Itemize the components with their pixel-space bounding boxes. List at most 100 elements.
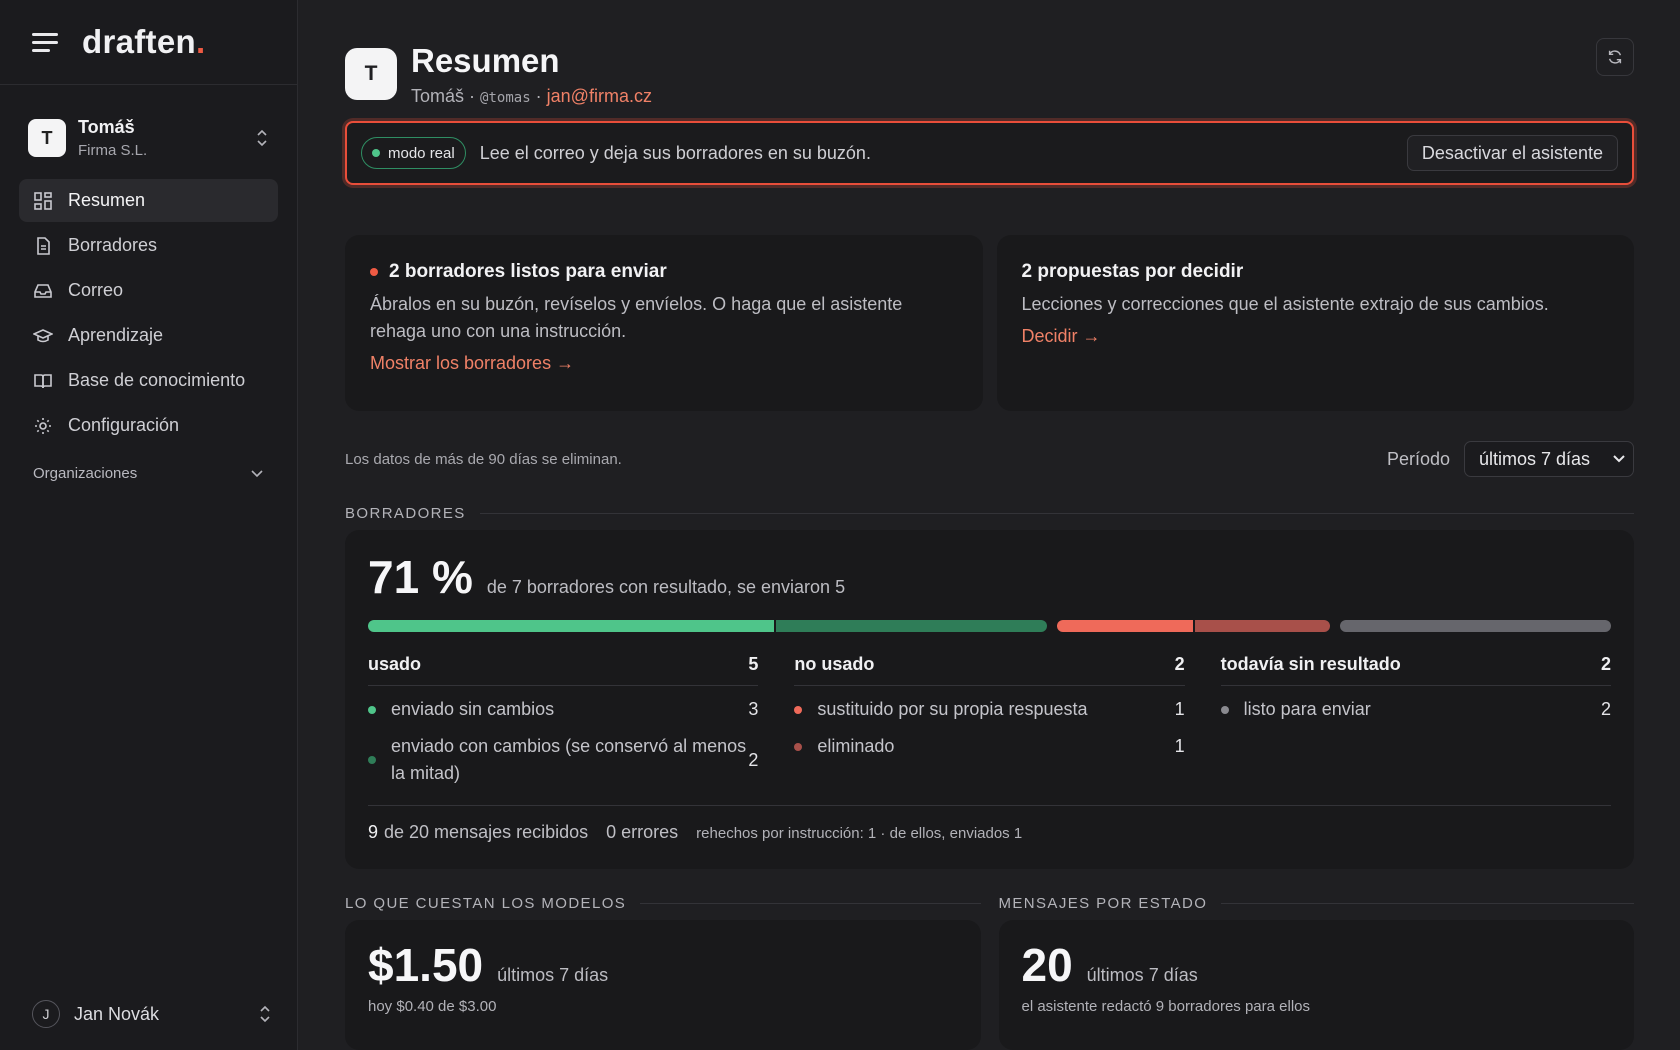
bar-segment [368, 620, 775, 632]
breakdown-column: no usado 2 sustituido por su propia respue… [794, 654, 1185, 787]
sent-percentage-desc: de 7 borradores con resultado, se enviar… [486, 577, 846, 597]
document-icon [33, 236, 53, 256]
org-name: Tomáš [78, 117, 135, 137]
nav-item-aprendizaje[interactable]: Aprendizaje [19, 314, 278, 357]
account-name: Tomáš [411, 86, 465, 106]
organizations-toggle[interactable]: Organizaciones [0, 465, 297, 482]
cost-value: $1.50 [368, 939, 484, 991]
nav-item-borradores[interactable]: Borradores [19, 224, 278, 267]
banner-text: Lee el correo y deja sus borradores en s… [479, 142, 871, 163]
book-icon [33, 371, 53, 391]
account-email[interactable]: jan@firma.cz [547, 86, 652, 106]
breakdown-row: sustituido por su propia respuesta 1 [794, 696, 1185, 723]
card-title: 2 borradores listos para enviar [389, 261, 667, 282]
section-title: MENSAJES POR ESTADO [998, 895, 1208, 912]
group-title: no usado [794, 654, 875, 674]
drafts-breakdown: usado 5 enviado sin cambios 3 enviado con ca… [368, 654, 1611, 787]
card-body: Ábralos en su buzón, revíselos y envíelo… [370, 294, 903, 341]
nav-item-configuracion[interactable]: Configuración [19, 404, 278, 447]
nav-item-base-conocimiento[interactable]: Base de conocimiento [19, 359, 278, 402]
user-menu[interactable]: J Jan Novák [32, 1000, 272, 1028]
drafts-progress-bar [368, 620, 1611, 632]
inbox-icon [33, 281, 53, 301]
row-label: eliminado [817, 736, 895, 756]
row-label: sustituido por su propia respuesta [817, 699, 1088, 719]
gear-icon [33, 416, 53, 436]
status-dot [1220, 705, 1229, 714]
row-count: 2 [748, 749, 759, 770]
mode-label: modo real [388, 144, 455, 162]
breakdown-header: no usado 2 [794, 654, 1185, 686]
period-select[interactable]: últimos 7 días [1464, 441, 1634, 477]
status-dot [372, 149, 380, 157]
chevron-down-icon [251, 469, 263, 477]
nav-item-resumen[interactable]: Resumen [19, 179, 278, 222]
breakdown-column: todavía sin resultado 2 listo para enviar 2 [1220, 654, 1611, 787]
decide-link[interactable]: Decidir → [1022, 326, 1610, 347]
group-count: 2 [1174, 654, 1185, 674]
separator: · [535, 86, 542, 106]
card-body: Lecciones y correcciones que el asistent… [1021, 294, 1549, 314]
assistant-status-banner: modo real Lee el correo y deja sus borra… [345, 121, 1634, 185]
brand-header: draften. [0, 0, 297, 85]
drafts-footer: 9 de 20 mensajes recibidos 0 errores reh… [368, 805, 1611, 843]
main-nav: Resumen Borradores Correo Aprendizaje Ba… [0, 179, 297, 447]
alert-dot [370, 268, 378, 276]
dashboard-icon [33, 191, 53, 211]
nav-label: Borradores [68, 235, 158, 255]
card-title: 2 propuestas por decidir [1021, 261, 1244, 282]
deactivate-assistant-button[interactable]: Desactivar el asistente [1406, 135, 1618, 171]
graduation-cap-icon [33, 326, 53, 346]
breakdown-row: listo para enviar 2 [1220, 696, 1611, 723]
account-subtitle: Tomáš · @tomas · jan@firma.cz [411, 86, 1596, 107]
refresh-button[interactable] [1596, 38, 1634, 76]
period-label: Período [1386, 448, 1450, 469]
breakdown-column: usado 5 enviado sin cambios 3 enviado con ca… [368, 654, 759, 787]
status-dot [368, 705, 376, 714]
main-content: T Resumen Tomáš · @tomas · jan@firma.cz … [345, 0, 1634, 1050]
org-avatar: T [28, 119, 66, 157]
proposals-card: 2 propuestas por decidir Lecciones y cor… [996, 235, 1634, 411]
bar-segment [776, 620, 1048, 632]
brand-logo[interactable]: draften. [82, 23, 205, 61]
group-count: 5 [748, 654, 759, 674]
row-label: listo para enviar [1243, 699, 1371, 719]
period-row: Los datos de más de 90 días se eliminan.… [345, 441, 1634, 477]
bottom-stats: LO QUE CUESTAN LOS MODELOS $1.50 últimos… [345, 895, 1634, 1050]
action-cards: 2 borradores listos para enviar Ábralos … [345, 235, 1634, 411]
row-count: 2 [1600, 699, 1611, 719]
row-count: 1 [1174, 699, 1185, 719]
breakdown-row: enviado con cambios (se conservó al meno… [368, 733, 758, 787]
period-value: últimos 7 días [1479, 448, 1591, 469]
costs-card: $1.50 últimos 7 días hoy $0.40 de $3.00 [345, 920, 981, 1050]
nav-item-correo[interactable]: Correo [19, 269, 278, 312]
breakdown-header: todavía sin resultado 2 [1220, 654, 1611, 686]
nav-label: Resumen [68, 190, 146, 210]
cost-today: hoy $0.40 de $3.00 [368, 998, 497, 1015]
received-count: 9 [368, 822, 379, 842]
drafts-ready-card: 2 borradores listos para enviar Ábralos … [345, 235, 983, 411]
redone-info: rehechos por instrucción: 1 · de ellos, … [696, 825, 1023, 842]
row-count: 3 [748, 699, 759, 719]
menu-icon[interactable] [32, 32, 58, 52]
drafts-section-heading: BORRADORES [345, 505, 1634, 522]
status-dot [794, 705, 803, 714]
org-switcher[interactable]: T Tomáš Firma S.L. [0, 85, 297, 179]
account-avatar: T [345, 48, 397, 100]
refresh-icon [1608, 50, 1622, 64]
user-avatar: J [32, 1000, 60, 1028]
show-drafts-link[interactable]: Mostrar los borradores → [370, 353, 958, 374]
received-text: de 20 mensajes recibidos [384, 822, 589, 842]
nav-label: Correo [68, 280, 124, 300]
status-dot [794, 742, 803, 751]
mode-badge: modo real [361, 137, 466, 169]
row-count: 1 [1174, 736, 1185, 756]
messages-period: últimos 7 días [1086, 965, 1198, 985]
chevron-down-icon [1613, 455, 1625, 463]
chevron-up-down-icon [260, 1005, 270, 1023]
nav-label: Base de conocimiento [68, 370, 246, 390]
page-header: T Resumen Tomáš · @tomas · jan@firma.cz [345, 38, 1634, 112]
organizations-label: Organizaciones [33, 465, 138, 482]
breakdown-header: usado 5 [368, 654, 759, 686]
messages-sub: el asistente redactó 9 borradores para e… [1021, 998, 1311, 1015]
